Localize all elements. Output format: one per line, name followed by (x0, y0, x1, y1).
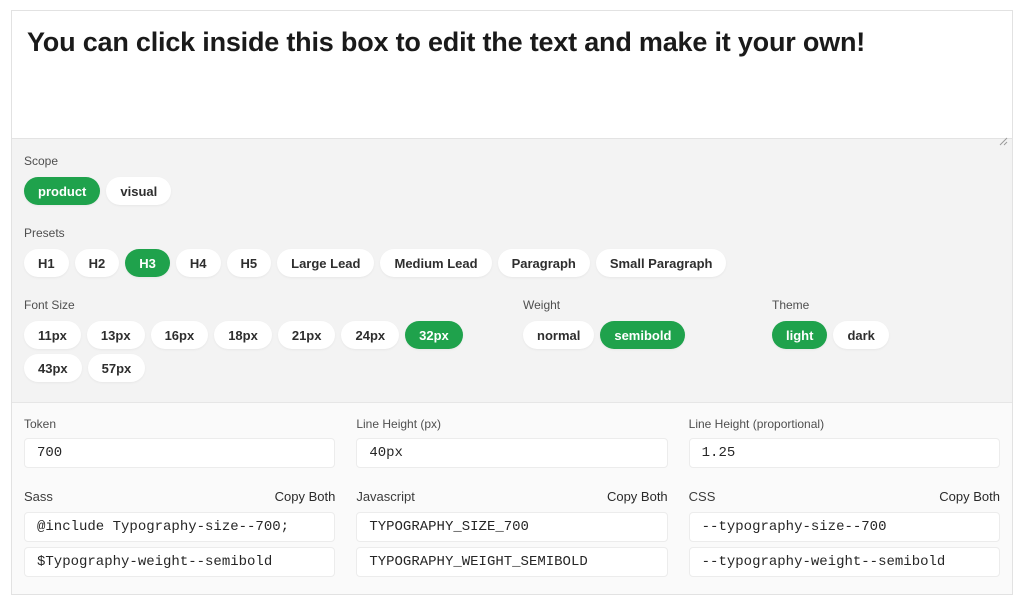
pill-medium-lead[interactable]: Medium Lead (380, 249, 491, 277)
outputs-panel: Token Line Height (px) Line Height (prop… (12, 403, 1012, 594)
pill-11px[interactable]: 11px (24, 321, 81, 349)
pill-13px[interactable]: 13px (87, 321, 145, 349)
pill-large-lead[interactable]: Large Lead (277, 249, 374, 277)
app-frame: You can click inside this box to edit th… (11, 10, 1013, 595)
token-input[interactable] (24, 438, 335, 468)
line-height-px-field-group: Line Height (px) (356, 417, 667, 468)
pill-h2[interactable]: H2 (75, 249, 120, 277)
pill-light[interactable]: light (772, 321, 827, 349)
line-height-proportional-input[interactable] (689, 438, 1000, 468)
pill-dark[interactable]: dark (833, 321, 888, 349)
pill-32px[interactable]: 32px (405, 321, 463, 349)
javascript-section: Javascript Copy Both (356, 489, 667, 582)
pill-product[interactable]: product (24, 177, 100, 205)
pill-18px[interactable]: 18px (214, 321, 272, 349)
controls-panel: Scope productvisual Presets H1H2H3H4H5La… (12, 139, 1012, 403)
font-size-label: Font Size (24, 298, 523, 312)
javascript-weight-output[interactable] (356, 547, 667, 577)
sass-section: Sass Copy Both (24, 489, 335, 582)
presets-label: Presets (24, 226, 1000, 240)
css-weight-output[interactable] (689, 547, 1000, 577)
scope-options: productvisual (24, 177, 1000, 205)
javascript-copy-both-button[interactable]: Copy Both (607, 489, 668, 504)
weight-options: normalsemibold (523, 321, 772, 349)
token-label: Token (24, 417, 335, 431)
presets-group: Presets H1H2H3H4H5Large LeadMedium LeadP… (24, 226, 1000, 277)
weight-group: Weight normalsemibold (523, 298, 772, 382)
pill-h3[interactable]: H3 (125, 249, 170, 277)
css-section: CSS Copy Both (689, 489, 1000, 582)
editable-text-box[interactable]: You can click inside this box to edit th… (12, 11, 1012, 139)
weight-label: Weight (523, 298, 772, 312)
line-height-proportional-label: Line Height (proportional) (689, 417, 1000, 431)
css-label: CSS (689, 489, 716, 504)
scope-group: Scope productvisual (24, 154, 1000, 205)
textarea-resize-handle-icon[interactable] (998, 136, 1008, 146)
font-size-options: 11px13px16px18px21px24px32px 43px57px (24, 321, 523, 382)
sass-size-output[interactable] (24, 512, 335, 542)
sass-label: Sass (24, 489, 53, 504)
presets-options: H1H2H3H4H5Large LeadMedium LeadParagraph… (24, 249, 1000, 277)
pill-normal[interactable]: normal (523, 321, 594, 349)
line-height-px-input[interactable] (356, 438, 667, 468)
theme-group: Theme lightdark (772, 298, 1000, 382)
pill-24px[interactable]: 24px (341, 321, 399, 349)
pill-43px[interactable]: 43px (24, 354, 82, 382)
line-height-px-label: Line Height (px) (356, 417, 667, 431)
line-height-proportional-field-group: Line Height (proportional) (689, 417, 1000, 468)
pill-small-paragraph[interactable]: Small Paragraph (596, 249, 727, 277)
font-size-group: Font Size 11px13px16px18px21px24px32px 43… (24, 298, 523, 382)
pill-paragraph[interactable]: Paragraph (498, 249, 590, 277)
pill-semibold[interactable]: semibold (600, 321, 685, 349)
javascript-size-output[interactable] (356, 512, 667, 542)
pill-h4[interactable]: H4 (176, 249, 221, 277)
sass-weight-output[interactable] (24, 547, 335, 577)
pill-21px[interactable]: 21px (278, 321, 336, 349)
pill-16px[interactable]: 16px (151, 321, 209, 349)
css-copy-both-button[interactable]: Copy Both (939, 489, 1000, 504)
sass-copy-both-button[interactable]: Copy Both (275, 489, 336, 504)
theme-label: Theme (772, 298, 1000, 312)
pill-visual[interactable]: visual (106, 177, 171, 205)
javascript-label: Javascript (356, 489, 415, 504)
theme-options: lightdark (772, 321, 1000, 349)
scope-label: Scope (24, 154, 1000, 168)
pill-h1[interactable]: H1 (24, 249, 69, 277)
css-size-output[interactable] (689, 512, 1000, 542)
token-field-group: Token (24, 417, 335, 468)
pill-h5[interactable]: H5 (227, 249, 272, 277)
pill-57px[interactable]: 57px (88, 354, 146, 382)
